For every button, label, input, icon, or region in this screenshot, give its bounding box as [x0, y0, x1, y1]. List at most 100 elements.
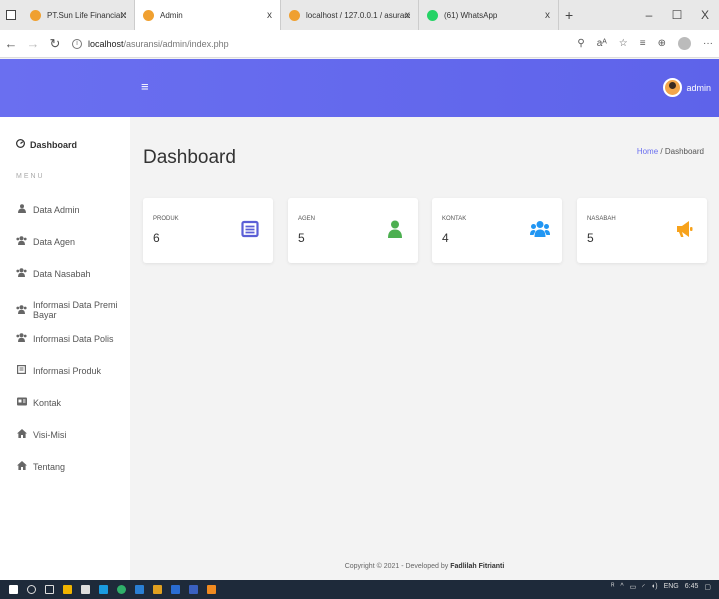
volume-icon[interactable]: ◖): [651, 583, 658, 591]
sidebar-item-label: Informasi Data Premi Bayar: [33, 300, 118, 320]
file-explorer-icon[interactable]: [63, 585, 72, 594]
back-button[interactable]: ←: [0, 36, 22, 51]
stat-value: 6: [153, 231, 160, 245]
hamburger-icon[interactable]: ≡: [141, 79, 149, 94]
tab-close-icon[interactable]: x: [545, 10, 550, 21]
favicon-icon: [289, 9, 300, 21]
wifi-icon[interactable]: ◜: [642, 583, 645, 591]
sidebar-item-kontak[interactable]: Kontak: [16, 397, 61, 408]
app-icon[interactable]: [135, 585, 144, 594]
sidebar-brand-label: Dashboard: [30, 139, 78, 150]
read-aloud-icon[interactable]: aᴬ: [597, 38, 607, 49]
tab-whatsapp[interactable]: (61) WhatsApp x: [419, 0, 559, 30]
close-window-button[interactable]: X: [691, 8, 719, 22]
vscode-icon[interactable]: [171, 585, 180, 594]
start-windows-icon[interactable]: [9, 585, 18, 594]
home-icon: [16, 429, 27, 440]
search-icon[interactable]: ⚲: [577, 38, 584, 49]
user-icon: [386, 220, 404, 238]
task-view-icon[interactable]: [45, 585, 54, 594]
new-tab-button[interactable]: +: [565, 7, 573, 23]
browser-tab-bar: PT.Sun Life Financial Syariah Aff x Admi…: [0, 0, 719, 30]
stat-value: 5: [587, 231, 594, 245]
favicon-icon: [30, 9, 41, 21]
tab-sunlife[interactable]: PT.Sun Life Financial Syariah Aff x: [22, 0, 135, 30]
users-icon: [16, 304, 27, 316]
stat-label: PRODUK: [153, 216, 179, 222]
sidebar-item-label: Informasi Produk: [33, 365, 102, 376]
os-taskbar: ᴿ ^ ▭ ◜ ◖) ENG 6:45 ▢: [0, 580, 719, 599]
user-menu[interactable]: admin: [663, 78, 711, 97]
breadcrumb: Home / Dashboard: [637, 147, 704, 156]
tab-close-icon[interactable]: x: [121, 10, 126, 21]
breadcrumb-current: Dashboard: [664, 147, 704, 156]
forward-button[interactable]: →: [22, 36, 44, 51]
favicon-icon: [143, 9, 154, 21]
url-field[interactable]: i localhost/asuransi/admin/index.php: [72, 38, 229, 49]
user-icon: [16, 204, 27, 215]
stat-card-kontak[interactable]: KONTAK 4: [432, 198, 562, 263]
user-name: admin: [686, 82, 711, 93]
store-icon[interactable]: [81, 585, 90, 594]
megaphone-icon: [675, 220, 693, 238]
address-bar-actions: ⚲ aᴬ ☆ ≡ ⊕ ···: [577, 37, 713, 50]
site-info-icon[interactable]: i: [72, 38, 82, 49]
tab-close-icon[interactable]: x: [405, 10, 410, 21]
users-icon: [16, 268, 27, 279]
maximize-button[interactable]: ☐: [663, 8, 691, 22]
language-indicator[interactable]: ENG: [664, 583, 679, 591]
app-icon[interactable]: [189, 585, 198, 594]
xampp-icon[interactable]: [207, 585, 216, 594]
sidebar-item-data-agen[interactable]: Data Agen: [16, 236, 75, 247]
url-path: /asuransi/admin/index.php: [123, 38, 229, 49]
stat-card-nasabah[interactable]: NASABAH 5: [577, 198, 707, 263]
tab-close-icon[interactable]: x: [267, 10, 272, 21]
favicon-icon: [427, 9, 438, 21]
collections-icon[interactable]: ⊕: [658, 38, 666, 49]
users-icon: [16, 333, 27, 344]
refresh-button[interactable]: ↻: [44, 36, 66, 52]
sidebar-item-visi-misi[interactable]: Visi-Misi: [16, 429, 66, 440]
list-icon: [241, 220, 259, 238]
sidebar-item-data-admin[interactable]: Data Admin: [16, 204, 80, 215]
sidebar-item-data-nasabah[interactable]: Data Nasabah: [16, 268, 91, 279]
document-icon: [16, 365, 27, 376]
edge-browser-icon[interactable]: [117, 585, 126, 594]
breadcrumb-home-link[interactable]: Home: [637, 147, 658, 156]
breadcrumb-separator: /: [660, 147, 663, 156]
sidebar-item-label: Tentang: [33, 461, 66, 472]
sidebar-item-label: Data Admin: [33, 204, 80, 215]
sidebar-item-label: Visi-Misi: [33, 429, 67, 440]
footer-copyright: Copyright © 2021 - Developed by: [344, 563, 449, 570]
clock[interactable]: 6:45: [685, 583, 699, 591]
mail-icon[interactable]: [99, 585, 108, 594]
sidebar-item-informasi-produk[interactable]: Informasi Produk: [16, 365, 101, 376]
stat-card-agen[interactable]: AGEN 5: [288, 198, 418, 263]
sidebar-item-tentang[interactable]: Tentang: [16, 461, 65, 472]
system-tray: ᴿ ^ ▭ ◜ ◖) ENG 6:45 ▢: [611, 583, 711, 591]
minimize-button[interactable]: –: [635, 8, 663, 22]
battery-icon[interactable]: ▭: [630, 583, 637, 591]
more-menu-icon[interactable]: ···: [703, 38, 713, 49]
window-menu-icon[interactable]: [6, 10, 16, 20]
sidebar-item-data-polis[interactable]: Informasi Data Polis: [16, 333, 114, 344]
people-icon[interactable]: ᴿ: [611, 583, 614, 591]
tab-title: (61) WhatsApp: [444, 10, 498, 20]
favorites-list-icon[interactable]: ≡: [640, 38, 646, 49]
stat-value: 5: [298, 231, 305, 245]
tab-phpmyadmin[interactable]: localhost / 127.0.0.1 / asuransi / x: [281, 0, 419, 30]
app-header: ≡ admin: [0, 59, 719, 117]
contact-card-icon: [16, 397, 27, 408]
search-icon[interactable]: [27, 585, 36, 594]
home-icon: [16, 461, 27, 472]
stat-card-produk[interactable]: PRODUK 6: [143, 198, 273, 263]
tab-admin[interactable]: Admin x: [135, 0, 281, 30]
profile-avatar[interactable]: [678, 37, 691, 50]
favorite-star-icon[interactable]: ☆: [619, 38, 628, 49]
app-icon[interactable]: [153, 585, 162, 594]
tray-expand-icon[interactable]: ^: [620, 583, 623, 591]
sidebar-item-premi-bayar[interactable]: Informasi Data Premi Bayar: [16, 300, 130, 320]
notifications-icon[interactable]: ▢: [704, 583, 711, 591]
sidebar: Dashboard MENU Data Admin Data Agen Data…: [0, 117, 130, 580]
sidebar-item-dashboard[interactable]: Dashboard: [15, 138, 78, 150]
